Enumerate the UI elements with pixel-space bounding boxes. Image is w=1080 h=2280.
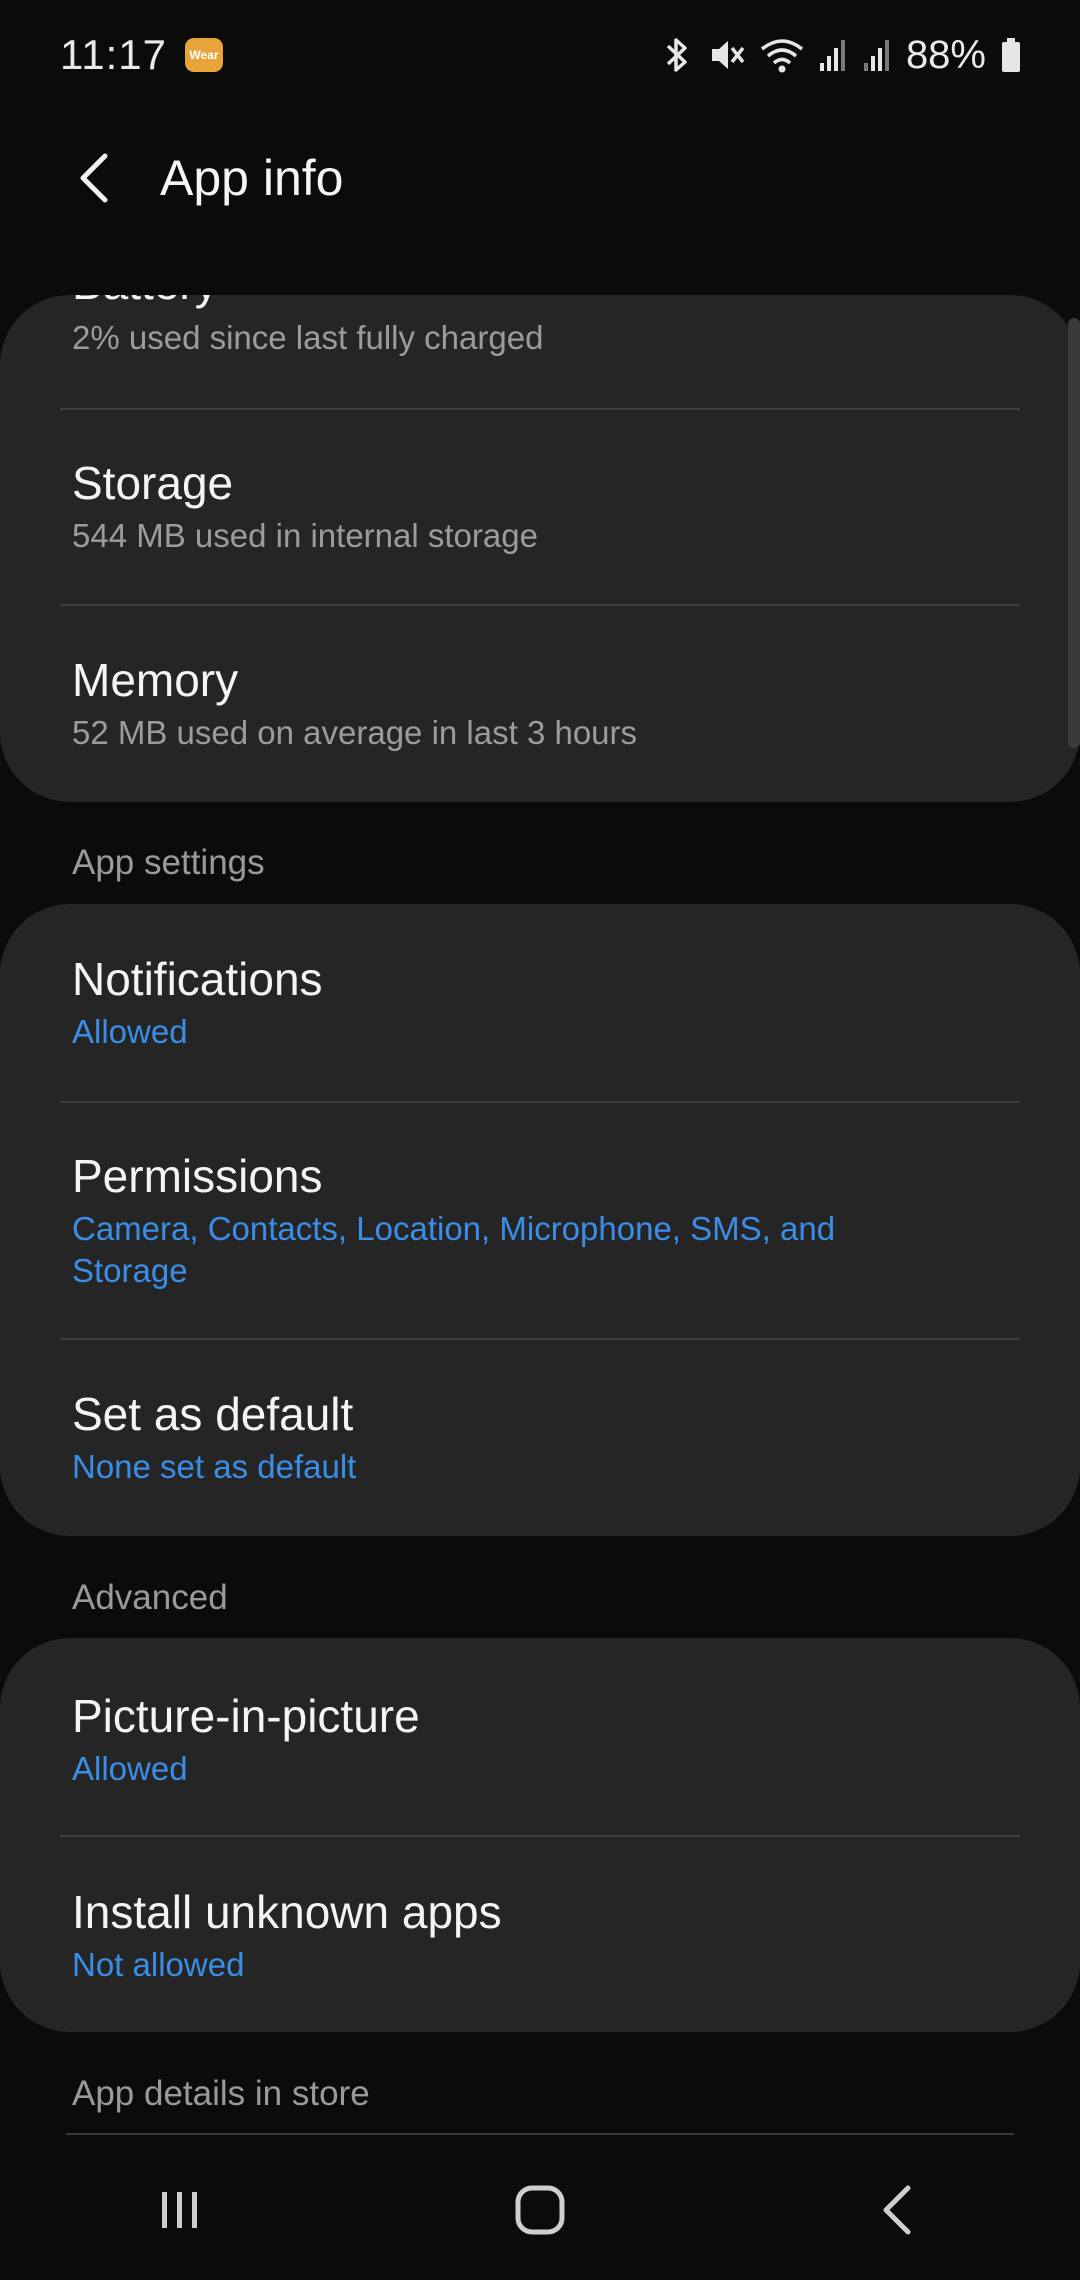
recents-button[interactable] — [120, 2160, 240, 2260]
notifications-title: Notifications — [72, 953, 323, 1005]
install-unknown-apps-title: Install unknown apps — [72, 1886, 502, 1938]
storage-item[interactable]: Storage 544 MB used in internal storage — [0, 455, 1080, 557]
notifications-status: Allowed — [72, 1013, 188, 1050]
notifications-item[interactable]: Notifications Allowed — [0, 951, 1080, 1053]
divider — [60, 1101, 1020, 1103]
permissions-title: Permissions — [72, 1150, 323, 1202]
wear-notification-icon: Wear — [185, 38, 223, 72]
signal-icon — [863, 40, 889, 71]
mute-icon — [711, 41, 745, 69]
install-unknown-apps-item[interactable]: Install unknown apps Not allowed — [0, 1884, 1080, 1986]
divider — [60, 1835, 1020, 1837]
navigation-bar — [0, 2140, 1080, 2280]
app-bar: App info — [0, 120, 1080, 235]
section-label-advanced: Advanced — [72, 1578, 228, 1617]
page-title: App info — [160, 149, 344, 206]
memory-item[interactable]: Memory 52 MB used on average in last 3 h… — [0, 652, 1080, 754]
bluetooth-icon — [666, 38, 687, 72]
picture-in-picture-title: Picture-in-picture — [72, 1690, 420, 1742]
section-label-app-settings: App settings — [72, 843, 265, 882]
set-as-default-item[interactable]: Set as default None set as default — [0, 1386, 1080, 1488]
usage-card: Battery 2% used since last fully charged… — [0, 295, 1080, 802]
advanced-card: Picture-in-picture Allowed Install unkno… — [0, 1638, 1080, 2032]
battery-item[interactable]: Battery 2% used since last fully charged — [0, 295, 1080, 405]
back-icon — [883, 2185, 911, 2235]
divider — [60, 604, 1020, 606]
set-as-default-status: None set as default — [72, 1448, 357, 1485]
picture-in-picture-item[interactable]: Picture-in-picture Allowed — [0, 1688, 1080, 1790]
home-icon — [515, 2185, 565, 2235]
divider — [60, 408, 1020, 410]
back-arrow-icon — [80, 153, 108, 202]
signal-icon — [819, 40, 845, 71]
permissions-list-continued: Storage — [72, 1252, 188, 1289]
app-settings-card: Notifications Allowed Permissions Camera… — [0, 904, 1080, 1536]
memory-subtitle: 52 MB used on average in last 3 hours — [72, 714, 638, 751]
back-button[interactable] — [60, 138, 130, 218]
permissions-item[interactable]: Permissions Camera, Contacts, Location, … — [0, 1148, 1080, 1292]
status-icons: 88% — [660, 33, 1022, 78]
store-card-edge — [66, 2133, 1014, 2135]
divider — [60, 1338, 1020, 1340]
recents-icon — [162, 2192, 197, 2228]
storage-title: Storage — [72, 457, 234, 509]
scrollbar[interactable] — [1068, 318, 1080, 748]
battery-percent: 88% — [905, 32, 986, 77]
battery-icon — [1002, 38, 1020, 72]
section-label-store: App details in store — [72, 2074, 370, 2113]
set-as-default-title: Set as default — [72, 1388, 354, 1440]
nav-back-button[interactable] — [840, 2160, 960, 2260]
picture-in-picture-status: Allowed — [72, 1750, 188, 1787]
permissions-list: Camera, Contacts, Location, Microphone, … — [72, 1210, 836, 1247]
wifi-icon — [760, 39, 804, 73]
battery-title: Battery — [72, 295, 1080, 311]
storage-subtitle: 544 MB used in internal storage — [72, 517, 538, 554]
install-unknown-apps-status: Not allowed — [72, 1946, 245, 1983]
memory-title: Memory — [72, 654, 239, 706]
status-bar: 11:17 Wear 88% — [0, 0, 1080, 110]
status-time: 11:17 — [60, 31, 167, 78]
battery-subtitle: 2% used since last fully charged — [72, 319, 544, 356]
home-button[interactable] — [480, 2160, 600, 2260]
